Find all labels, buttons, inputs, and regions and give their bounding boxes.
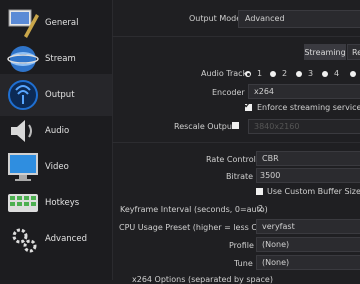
audio-icon [6,114,40,148]
tune-value: (None) [262,258,290,267]
tab-recording[interactable]: Re [347,44,360,60]
audio-track-radio-3[interactable] [296,71,302,77]
audio-track-radio-2[interactable] [270,71,276,77]
profile-select[interactable]: (None) [256,237,360,252]
audio-track-option-4: 4 [334,69,340,78]
audio-track-radio-1[interactable] [245,71,251,77]
cpu-preset-value: veryfast [262,222,295,231]
bitrate-value: 3500 [260,171,281,180]
tab-streaming[interactable]: Streaming [304,44,346,60]
rate-control-label: Rate Control [206,155,256,164]
keyframe-value: 2 [258,204,264,213]
encoder-value: x264 [254,87,275,96]
sidebar-item-label: General [45,18,79,28]
audio-track-option-1: 1 [257,69,263,78]
general-icon [6,6,40,40]
keyframe-input[interactable]: 2 [256,201,360,216]
audio-track-option-2: 2 [282,69,288,78]
video-icon [6,150,40,184]
encoder-label: Encoder [212,88,245,97]
rate-control-value: CBR [262,154,279,163]
keyframe-label: Keyframe Interval (seconds, 0=auto) [120,205,268,214]
bitrate-input[interactable]: 3500 [256,168,360,183]
enforce-checkbox[interactable] [244,101,252,111]
profile-label: Profile [229,241,254,250]
rescale-label: Rescale Output [174,122,236,131]
audio-track-label: Audio Track [201,69,248,78]
audio-track-radio-4[interactable] [322,71,328,77]
audio-track-radio-5[interactable] [350,71,356,77]
profile-value: (None) [262,240,290,249]
output-mode-select[interactable]: Advanced [238,10,360,28]
hotkeys-icon [6,186,40,220]
sidebar-item-advanced[interactable]: Advanced [0,218,112,260]
stream-icon [6,42,40,76]
sidebar-item-label: Video [45,162,69,172]
advanced-icon [6,222,40,256]
encoder-select[interactable]: x264 [248,84,360,99]
cpu-preset-select[interactable]: veryfast [256,219,360,234]
sidebar-item-label: Advanced [45,234,87,244]
settings-sidebar: General Stream Output Audio Video Hotkey… [0,0,113,280]
custom-buffer-checkbox[interactable] [256,188,263,195]
rescale-select[interactable]: 3840x2160 [248,119,360,134]
tune-select[interactable]: (None) [256,255,360,270]
divider [112,36,360,37]
output-icon [6,78,40,112]
custom-buffer-label: Use Custom Buffer Size [267,187,360,196]
output-mode-label: Output Mode [189,14,242,23]
rescale-value: 3840x2160 [254,122,300,131]
sidebar-item-label: Audio [45,126,70,136]
rescale-checkbox[interactable] [232,122,239,129]
audio-track-option-3: 3 [308,69,314,78]
sidebar-item-label: Stream [45,54,76,64]
output-mode-value: Advanced [245,14,285,23]
sidebar-item-label: Output [45,90,75,100]
enforce-label: Enforce streaming service enc [257,103,360,112]
bitrate-label: Bitrate [226,172,254,181]
sidebar-item-label: Hotkeys [45,198,80,208]
tune-label: Tune [234,259,253,268]
rate-control-select[interactable]: CBR [256,151,360,166]
cpu-preset-label: CPU Usage Preset (higher = less CPU) [119,223,271,232]
